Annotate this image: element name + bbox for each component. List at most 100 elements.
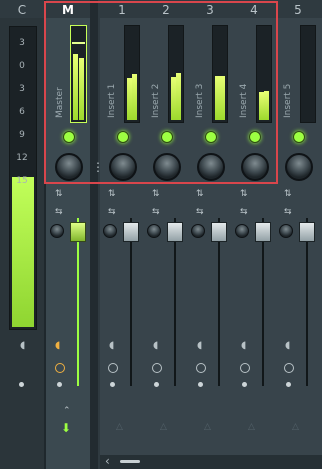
left-right-icon[interactable]: ⇆: [152, 207, 160, 217]
scrollbar-thumb[interactable]: [120, 460, 140, 463]
meter-tick: 3: [19, 38, 25, 48]
enable-led[interactable]: [161, 131, 173, 143]
clock-icon[interactable]: [240, 363, 250, 373]
pan-knob[interactable]: [197, 153, 225, 181]
level-bar: [220, 76, 225, 120]
send-dot[interactable]: [57, 382, 62, 387]
pan-knob[interactable]: [55, 153, 83, 181]
strip-header-c: C: [17, 3, 27, 17]
meter-insert-2: [168, 25, 184, 123]
send-dot[interactable]: [198, 382, 203, 387]
mute-button[interactable]: [50, 224, 64, 238]
triangle-icon: △: [204, 422, 211, 432]
up-down-icon[interactable]: ⇅: [152, 189, 160, 199]
clock-icon[interactable]: [55, 363, 65, 373]
enable-led[interactable]: [249, 131, 261, 143]
meter-insert-4: [256, 25, 272, 123]
clock-icon[interactable]: [196, 363, 206, 373]
strip-header-insert-5[interactable]: 5: [276, 2, 320, 18]
level-bar: [176, 73, 181, 120]
scroll-left-icon[interactable]: ‹: [105, 454, 110, 468]
send-dot[interactable]: [286, 382, 291, 387]
send-dot[interactable]: [19, 382, 24, 387]
pan-knob[interactable]: [153, 153, 181, 181]
strip-label-insert-1: Insert 1: [107, 83, 117, 118]
up-down-icon[interactable]: ⇅: [55, 189, 63, 199]
level-bar: [264, 91, 269, 120]
meter-tick: 12: [16, 153, 28, 163]
collapse-up-icon[interactable]: ⌃: [63, 406, 71, 416]
triangle-icon: △: [116, 422, 123, 432]
pan-knob[interactable]: [241, 153, 269, 181]
mute-button[interactable]: [147, 224, 161, 238]
fader-handle[interactable]: [70, 222, 86, 242]
enable-led[interactable]: [293, 131, 305, 143]
left-right-icon[interactable]: ⇆: [196, 207, 204, 217]
drag-handle-icon[interactable]: ⋮: [92, 160, 104, 174]
meter-insert-1: [124, 25, 140, 123]
record-arm-icon[interactable]: ◖: [285, 340, 290, 351]
fader-handle[interactable]: [255, 222, 271, 242]
fader-handle[interactable]: [299, 222, 315, 242]
send-dot[interactable]: [242, 382, 247, 387]
strip-label-insert-4: Insert 4: [239, 83, 249, 118]
strip-label-insert-5: Insert 5: [283, 83, 293, 118]
fader-track[interactable]: [77, 218, 79, 386]
up-down-icon[interactable]: ⇅: [284, 189, 292, 199]
strip-label-insert-3: Insert 3: [195, 83, 205, 118]
record-arm-icon[interactable]: ◖: [20, 340, 25, 351]
pan-knob[interactable]: [109, 153, 137, 181]
clock-icon[interactable]: [284, 363, 294, 373]
left-right-icon[interactable]: ⇆: [55, 207, 63, 217]
meter-tick: 3: [19, 84, 25, 94]
fader-track[interactable]: [262, 218, 264, 386]
level-bar: [79, 58, 84, 120]
mute-button[interactable]: [235, 224, 249, 238]
triangle-icon: △: [160, 422, 167, 432]
clock-icon[interactable]: [108, 363, 118, 373]
meter-tick: 9: [19, 130, 25, 140]
left-right-icon[interactable]: ⇆: [284, 207, 292, 217]
record-arm-icon[interactable]: ◖: [153, 340, 158, 351]
record-arm-icon[interactable]: ◖: [55, 340, 60, 351]
pan-knob[interactable]: [285, 153, 313, 181]
enable-led[interactable]: [63, 131, 75, 143]
level-bar: [132, 74, 137, 120]
peak-marker: [72, 42, 85, 44]
fader-track[interactable]: [174, 218, 176, 386]
meter-master: [70, 25, 87, 123]
mute-button[interactable]: [191, 224, 205, 238]
up-down-icon[interactable]: ⇅: [196, 189, 204, 199]
left-right-icon[interactable]: ⇆: [108, 207, 116, 217]
meter-insert-5: [300, 25, 316, 123]
mute-button[interactable]: [279, 224, 293, 238]
fader-track[interactable]: [130, 218, 132, 386]
clock-icon[interactable]: [152, 363, 162, 373]
triangle-icon: △: [292, 422, 299, 432]
fader-handle[interactable]: [167, 222, 183, 242]
send-dot[interactable]: [110, 382, 115, 387]
fader-track[interactable]: [218, 218, 220, 386]
record-arm-icon[interactable]: ◖: [197, 340, 202, 351]
strip-label-master: Master: [55, 87, 65, 118]
record-arm-icon[interactable]: ◖: [109, 340, 114, 351]
mute-button[interactable]: [103, 224, 117, 238]
triangle-icon: △: [248, 422, 255, 432]
up-down-icon[interactable]: ⇅: [240, 189, 248, 199]
record-arm-icon[interactable]: ◖: [241, 340, 246, 351]
meter-tick: 6: [19, 107, 25, 117]
download-arrow-icon[interactable]: ⬇: [61, 421, 71, 435]
enable-led[interactable]: [117, 131, 129, 143]
left-right-icon[interactable]: ⇆: [240, 207, 248, 217]
up-down-icon[interactable]: ⇅: [108, 189, 116, 199]
strip-label-insert-2: Insert 2: [151, 83, 161, 118]
fader-handle[interactable]: [123, 222, 139, 242]
enable-led[interactable]: [205, 131, 217, 143]
send-dot[interactable]: [154, 382, 159, 387]
level-bar: [73, 54, 78, 120]
meter-insert-3: [212, 25, 228, 123]
fader-track[interactable]: [306, 218, 308, 386]
fader-handle[interactable]: [211, 222, 227, 242]
meter-tick: 15: [16, 176, 28, 186]
horizontal-scrollbar[interactable]: ‹: [100, 454, 322, 469]
